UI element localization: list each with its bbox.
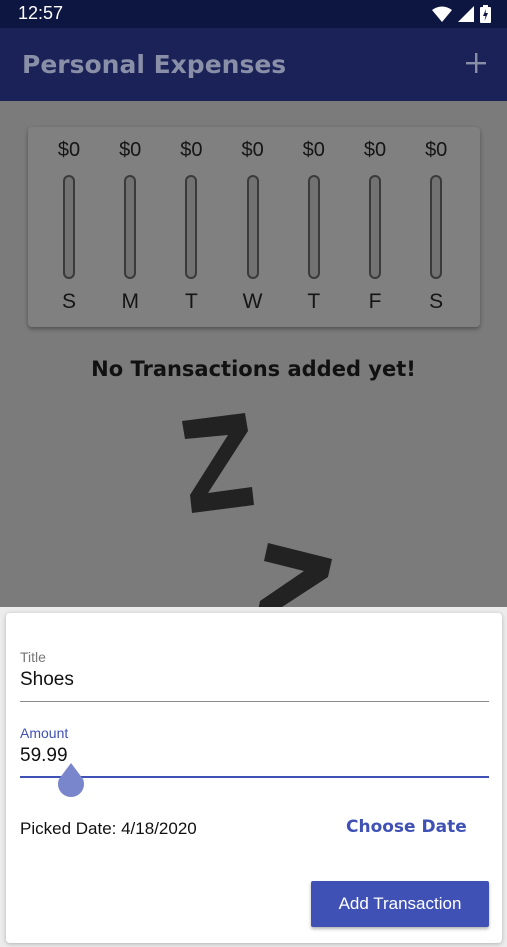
wifi-icon [432, 6, 452, 22]
sleeping-zz-image [182, 413, 332, 607]
choose-date-button[interactable]: Choose Date [346, 817, 467, 837]
chart-bar-amount: $0 [241, 139, 264, 161]
chart-bar [63, 175, 75, 279]
chart-bar [430, 175, 443, 279]
title-field-underline [20, 701, 489, 702]
weekly-chart: $0 S $0 M $0 T $0 W $0 T $0 F $0 S [28, 127, 480, 327]
status-bar: 12:57 [0, 0, 507, 28]
signal-icon [458, 6, 474, 22]
chart-day-label: S [61, 290, 76, 313]
chart-bar [369, 175, 381, 279]
status-time: 12:57 [18, 3, 64, 23]
chart-bar-amount: $0 [302, 139, 325, 161]
title-field-label: Title [20, 649, 46, 665]
chart-bar-amount: $0 [363, 139, 387, 161]
new-transaction-form: Title Shoes Amount 59.99 Picked Date: 4/… [6, 613, 502, 943]
amount-field-label: Amount [20, 725, 69, 741]
chart-bar [307, 175, 320, 279]
chart-bar [246, 175, 259, 279]
chart-day-label: S [429, 290, 444, 313]
chart-bar-amount: $0 [425, 139, 448, 161]
chart-day-label: T [307, 290, 321, 313]
chart-day-label: W [242, 290, 263, 313]
plus-icon[interactable] [465, 52, 487, 74]
main-content: $0 S $0 M $0 T $0 W $0 T $0 F $0 S No Transactions ad… [0, 101, 507, 607]
battery-icon [480, 5, 491, 23]
title-field[interactable]: Shoes [20, 669, 74, 691]
chart-bar-amount: $0 [57, 139, 81, 161]
bottom-sheet: Title Shoes Amount 59.99 Picked Date: 4/… [0, 607, 507, 947]
chart-day-label: F [368, 290, 382, 313]
status-icons [432, 5, 491, 23]
text-cursor-handle[interactable] [57, 763, 85, 799]
picked-date-text: Picked Date: 4/18/2020 [20, 819, 197, 838]
chart-bar-amount: $0 [180, 139, 203, 161]
empty-state-message: No Transactions added yet! [91, 357, 416, 381]
chart-bar [185, 175, 198, 279]
chart-day-label: T [184, 290, 198, 313]
app-title: Personal Expenses [22, 50, 287, 79]
chart-day-label: M [121, 290, 139, 313]
chart-bar-amount: $0 [119, 139, 142, 161]
amount-field-underline [20, 776, 489, 778]
add-transaction-button[interactable]: Add Transaction [311, 881, 489, 927]
app-bar: Personal Expenses [0, 28, 507, 101]
chart-bar [124, 175, 137, 279]
